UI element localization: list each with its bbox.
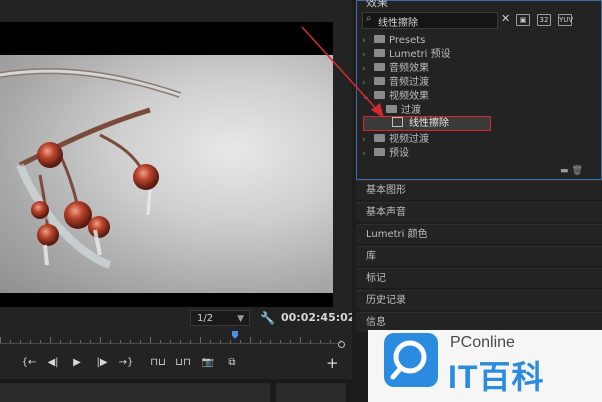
annotation-arrow (301, 26, 384, 118)
search-icon: ⌕ (366, 13, 372, 24)
tree-item-label: 过渡 (401, 105, 421, 116)
effect-icon (392, 117, 403, 127)
step-forward-button[interactable]: |▶ (93, 356, 111, 370)
lift-button[interactable]: ⊓⊔ (149, 356, 167, 370)
add-button[interactable]: + (326, 354, 339, 372)
resolution-select[interactable]: 1/2 ▼ (190, 310, 250, 326)
ruler-baseline (0, 343, 340, 344)
panel-libraries[interactable]: 库 (356, 246, 602, 266)
tree-item-label: Lumetri 预设 (389, 49, 451, 60)
panel-essential-graphics[interactable]: 基本图形 (356, 180, 602, 200)
wrench-icon[interactable]: 🔧 (260, 311, 275, 325)
mark-out-button[interactable]: →} (117, 356, 135, 370)
new-bin-icon[interactable]: ▬ 🗑 (560, 166, 583, 176)
berries-illustration (0, 68, 181, 269)
zoom-scroll-handle[interactable] (338, 341, 345, 348)
watermark-brand: PConline (450, 334, 515, 351)
timeline-strip (0, 379, 352, 402)
panel-essential-sound[interactable]: 基本声音 (356, 202, 602, 222)
step-back-button[interactable]: ◀| (44, 356, 62, 370)
time-ruler[interactable] (0, 331, 341, 343)
extract-button[interactable]: ⊔⊓ (174, 356, 192, 370)
folder-icon (374, 148, 385, 156)
timeline-segment[interactable] (0, 383, 270, 402)
tree-item-label: 视频效果 (389, 91, 429, 102)
play-button[interactable]: ▶ (68, 356, 86, 370)
panel-markers[interactable]: 标记 (356, 268, 602, 288)
tree-item-label: 线性擦除 (409, 118, 449, 129)
video-preview (0, 22, 333, 307)
effects-panel-title[interactable]: 效果 (366, 0, 388, 10)
chevron-right-icon: › (362, 135, 366, 145)
magnifier-icon (390, 340, 427, 380)
mark-in-button[interactable]: {← (20, 356, 38, 370)
watermark-name: IT百科 (448, 359, 545, 395)
compare-view-icon[interactable]: ⧉ (223, 356, 241, 370)
clear-search-icon[interactable]: ✕ (501, 12, 510, 25)
frozen-berries-image (0, 55, 333, 293)
tree-item-label: 音频过渡 (389, 77, 429, 88)
tree-item-label: 预设 (389, 148, 409, 159)
tree-item-presets-cn[interactable]: › 预设 (362, 147, 409, 161)
resolution-value: 1/2 (197, 313, 214, 324)
tree-item-video-transitions[interactable]: › 视频过渡 (362, 133, 429, 147)
tree-item-label: Presets (389, 35, 426, 46)
chevron-right-icon: › (362, 149, 366, 159)
panel-info[interactable]: 信息 (356, 312, 602, 332)
panel-lumetri-color[interactable]: Lumetri 颜色 (356, 224, 602, 244)
timeline-segment[interactable] (276, 383, 346, 402)
panel-history[interactable]: 历史记录 (356, 290, 602, 310)
tree-item-label: 音频效果 (389, 63, 429, 74)
tree-item-label: 视频过渡 (389, 134, 429, 145)
camera-icon[interactable]: 📷 (199, 356, 217, 370)
yuv-effects-icon[interactable]: YUV (558, 14, 573, 26)
timecode[interactable]: 00:02:45:02 (281, 311, 355, 324)
tree-item-linear-wipe[interactable]: 线性擦除 (392, 117, 449, 131)
folder-icon (374, 134, 385, 142)
32bit-effects-icon[interactable]: 32 (537, 14, 551, 26)
accelerated-effects-icon[interactable]: ▣ (516, 14, 530, 26)
chevron-down-icon: ▼ (237, 314, 244, 324)
pconline-logo (384, 333, 438, 387)
